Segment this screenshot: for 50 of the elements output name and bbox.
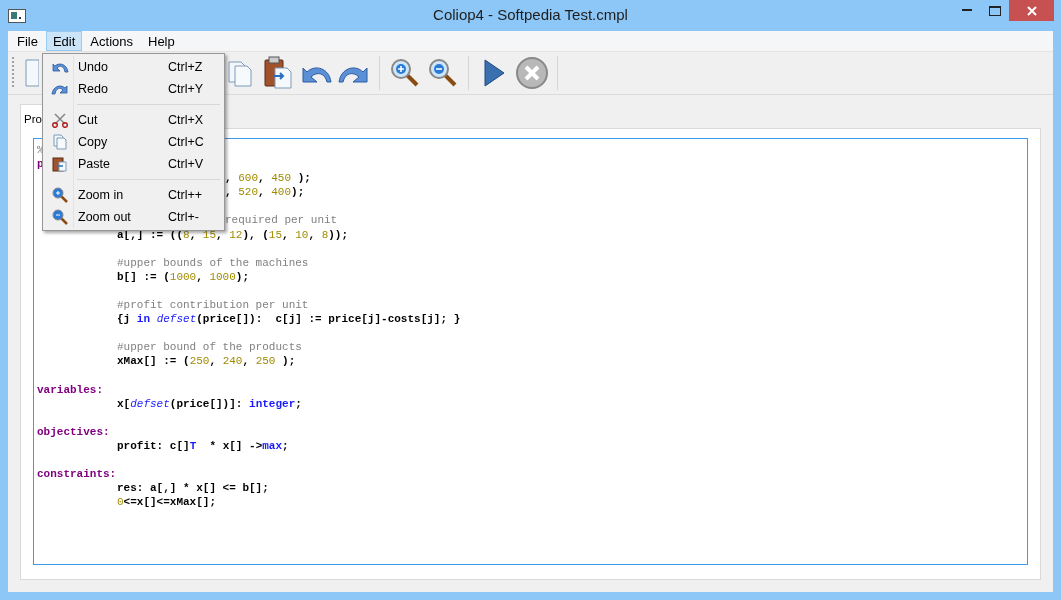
zoom-in-icon [52, 187, 68, 203]
shortcut-text: Ctrl+C [168, 135, 204, 149]
code-line: {j in defset(price[]): c[j] := price[j]-costs[j]; } [117, 312, 461, 327]
window-title: Coliop4 - Softpedia Test.cmpl [433, 6, 628, 23]
copy-icon [53, 134, 67, 150]
menu-item[interactable]: Redo Ctrl+Y [45, 78, 222, 100]
shortcut-text: Ctrl+- [168, 210, 199, 224]
code-line: res: a[,] * x[] <= b[]; [117, 481, 269, 496]
undo-icon [51, 60, 69, 74]
paste-icon [52, 156, 68, 172]
code-line: #upper bounds of the machines [117, 255, 309, 270]
app-icon [8, 8, 26, 23]
code-line: objectives: [37, 424, 110, 439]
menu-item[interactable]: File [10, 31, 45, 51]
zoom-out-icon [52, 209, 68, 225]
minimize-icon [962, 9, 972, 12]
stop-icon[interactable] [513, 55, 551, 91]
toolbar-grip[interactable] [11, 56, 15, 90]
code-line: required per unit [225, 213, 338, 228]
menu-item[interactable]: Actions [83, 31, 140, 51]
menu-item[interactable]: Zoom in Ctrl++ [45, 184, 222, 206]
shortcut-text: Ctrl++ [168, 188, 203, 202]
shortcut-text: Ctrl+X [168, 113, 204, 127]
redo-icon [51, 82, 69, 96]
code-line: #profit contribution per unit [117, 298, 309, 313]
menu-item[interactable]: Paste Ctrl+V [45, 153, 222, 175]
menu-item[interactable]: Help [141, 31, 182, 51]
code-line: xMax[] := (250, 240, 250 ); [117, 354, 296, 369]
code-line: , 600, 450 ); [225, 171, 311, 186]
shortcut-text: Ctrl+Z [168, 60, 203, 74]
menu-item[interactable]: Copy Ctrl+C [45, 131, 222, 153]
code-editor[interactable] [33, 138, 1028, 565]
code-line: #upper bound of the products [117, 340, 302, 355]
close-icon [1026, 5, 1037, 16]
maximize-icon [989, 5, 1001, 16]
menu-item[interactable]: Undo Ctrl+Z [45, 56, 222, 78]
code-line: variables: [37, 382, 103, 397]
shortcut-text: Ctrl+V [168, 157, 204, 171]
code-line: x[defset(price[])]: integer; [117, 396, 302, 411]
menu-item[interactable]: Edit [45, 31, 83, 51]
code-line: constraints: [37, 467, 117, 482]
shortcut-text: Ctrl+Y [168, 82, 204, 96]
code-line: profit: c[]T * x[] ->max; [117, 438, 289, 454]
menu-item[interactable]: Cut Ctrl+X [45, 109, 222, 131]
code-line: 0<=x[]<=xMax[]; [117, 495, 217, 510]
close-button[interactable] [1009, 0, 1054, 21]
menu-item[interactable]: Zoom out Ctrl+- [45, 206, 222, 228]
scissors-icon [52, 112, 68, 128]
code-line: , 520, 400); [225, 185, 305, 200]
code-line: b[] := (1000, 1000); [117, 269, 250, 284]
